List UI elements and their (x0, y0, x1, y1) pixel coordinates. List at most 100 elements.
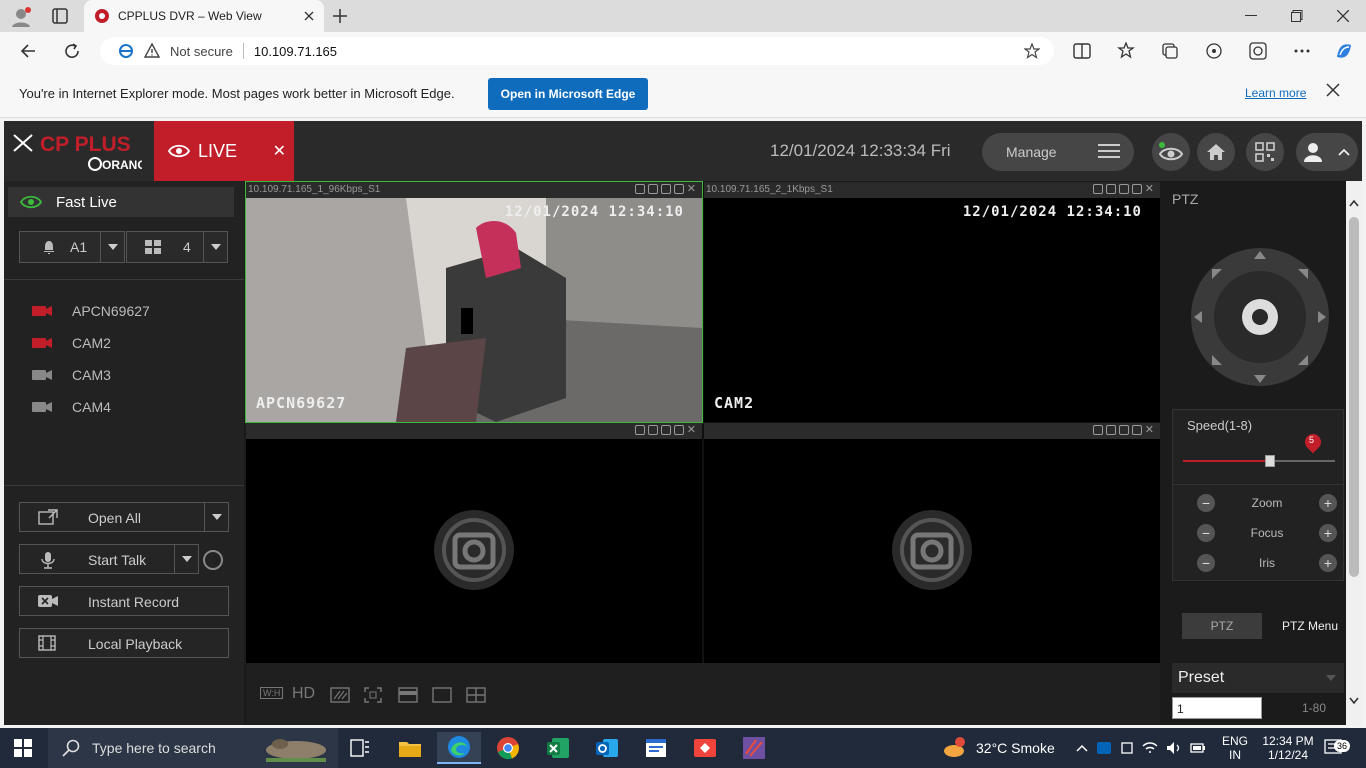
volume-icon[interactable] (1166, 741, 1182, 755)
home-button[interactable] (1197, 133, 1235, 171)
close-pane-icon[interactable]: ✕ (687, 184, 696, 195)
snapshot-icon[interactable] (1105, 425, 1116, 435)
video-pane-4[interactable]: ✕ (704, 423, 1160, 663)
copilot-icon[interactable] (1326, 32, 1362, 70)
profile-icon[interactable] (10, 6, 32, 28)
network-adapter-icon[interactable] (1120, 741, 1134, 755)
audio-icon[interactable] (1118, 425, 1129, 435)
hd-button[interactable]: HD (292, 685, 315, 703)
live-tab[interactable]: LIVE ✕ (154, 121, 294, 181)
speed-slider-thumb[interactable] (1264, 455, 1275, 467)
zoom-icon[interactable] (673, 425, 684, 435)
edge-taskbar-icon[interactable] (437, 732, 481, 764)
warning-icon[interactable] (144, 43, 160, 59)
tab-cpplus[interactable]: CPPLUS DVR – Web View (84, 0, 324, 32)
scroll-down-icon[interactable] (1349, 697, 1359, 705)
scroll-up-icon[interactable] (1349, 199, 1359, 207)
camera-item-cam2[interactable]: CAM2 (32, 331, 111, 355)
vertical-scrollbar[interactable] (1346, 181, 1362, 725)
record-icon[interactable] (634, 425, 645, 435)
zoom-in-button[interactable]: + (1319, 494, 1337, 512)
ptz-joystick[interactable] (1190, 247, 1330, 387)
split-dropdown-icon[interactable] (203, 232, 227, 262)
audio-icon[interactable] (1118, 184, 1129, 194)
address-field[interactable]: Not secure 10.109.71.165 (100, 37, 1054, 65)
start-talk-dropdown-icon[interactable] (174, 545, 198, 573)
tally-icon[interactable] (732, 732, 776, 764)
smooth-icon[interactable] (330, 687, 350, 703)
user-menu-button[interactable] (1296, 133, 1358, 171)
close-pane-icon[interactable]: ✕ (1145, 425, 1154, 436)
fullscreen-icon[interactable] (364, 687, 382, 703)
chrome-icon[interactable] (486, 732, 530, 764)
iris-minus-button[interactable]: − (1197, 554, 1215, 572)
open-in-edge-button[interactable]: Open in Microsoft Edge (488, 78, 648, 110)
restore-button[interactable] (1274, 0, 1320, 32)
focus-plus-button[interactable]: + (1319, 524, 1337, 542)
iris-plus-button[interactable]: + (1319, 554, 1337, 572)
close-tab-icon[interactable] (304, 11, 314, 21)
close-pane-icon[interactable]: ✕ (687, 425, 696, 436)
qr-code-button[interactable] (1246, 133, 1284, 171)
weather-widget[interactable]: 32°C Smoke (942, 728, 1055, 768)
back-button[interactable] (12, 32, 44, 70)
outlook-tray-icon[interactable] (1096, 740, 1112, 756)
video-pane-2[interactable]: 10.109.71.165_2_1Kbps_S1 ✕ 12/01/2024 12… (704, 182, 1160, 422)
favorites-icon[interactable] (1108, 32, 1144, 70)
taskbar-search[interactable]: Type here to search (48, 728, 338, 768)
zoom-icon[interactable] (673, 184, 684, 194)
battery-icon[interactable] (1190, 741, 1206, 755)
zoom-icon[interactable] (1131, 425, 1142, 435)
record-icon[interactable] (634, 184, 645, 194)
preset-input[interactable]: 1 (1172, 697, 1262, 719)
learn-more-link[interactable]: Learn more (1245, 86, 1306, 100)
chevron-up-icon[interactable] (1076, 744, 1088, 752)
split-screen-icon[interactable] (1064, 32, 1100, 70)
live-view-button[interactable] (1152, 133, 1190, 171)
record-icon[interactable] (1092, 425, 1103, 435)
anydesk-icon[interactable] (683, 732, 727, 764)
zoom-out-button[interactable]: − (1197, 494, 1215, 512)
video-pane-3[interactable]: ✕ (246, 423, 702, 663)
ie-reload-icon[interactable] (1240, 32, 1276, 70)
audio-icon[interactable] (660, 184, 671, 194)
start-talk-button[interactable]: Start Talk (19, 544, 199, 574)
close-pane-icon[interactable]: ✕ (1145, 184, 1154, 195)
talk-status-indicator[interactable] (203, 550, 223, 570)
speed-slider[interactable] (1183, 455, 1335, 467)
camera-item-apcn69627[interactable]: APCN69627 (32, 299, 150, 323)
snapshot-icon[interactable] (647, 184, 658, 194)
tab-actions-icon[interactable] (52, 8, 68, 24)
close-live-icon[interactable]: ✕ (273, 141, 286, 161)
refresh-button[interactable] (56, 32, 88, 70)
excel-icon[interactable] (536, 732, 580, 764)
focus-minus-button[interactable]: − (1197, 524, 1215, 542)
video-pane-1[interactable]: 10.109.71.165_1_96Kbps_S1 ✕ 12/01/2024 1… (245, 181, 703, 423)
ie-mode-icon[interactable] (118, 43, 134, 59)
fast-live-item[interactable]: Fast Live (8, 187, 234, 217)
window-layout-icon[interactable] (398, 687, 418, 703)
open-all-button[interactable]: Open All (19, 502, 229, 532)
close-window-button[interactable] (1320, 0, 1366, 32)
ptz-menu-tab[interactable]: PTZ Menu (1282, 619, 1338, 633)
open-all-dropdown-icon[interactable] (204, 503, 228, 531)
camera-item-cam4[interactable]: CAM4 (32, 395, 111, 419)
extensions-icon[interactable] (1196, 32, 1232, 70)
preset-header[interactable]: Preset (1172, 663, 1344, 693)
task-view-icon[interactable] (338, 732, 382, 764)
camera-item-cam3[interactable]: CAM3 (32, 363, 111, 387)
more-menu-icon[interactable] (1284, 32, 1320, 70)
favorite-star-icon[interactable] (1024, 43, 1040, 59)
minimize-button[interactable] (1228, 0, 1274, 32)
zoom-icon[interactable] (1131, 184, 1142, 194)
clock-tray[interactable]: 12:34 PM 1/12/24 (1258, 728, 1318, 768)
ptz-tab-button[interactable]: PTZ (1182, 613, 1262, 639)
split-select[interactable]: 4 (126, 231, 228, 263)
collections-icon[interactable] (1152, 32, 1188, 70)
outlook-icon[interactable] (585, 732, 629, 764)
snapshot-icon[interactable] (1105, 184, 1116, 194)
group-dropdown-icon[interactable] (100, 232, 124, 262)
notification-center[interactable]: 36 (1324, 728, 1351, 768)
single-view-icon[interactable] (432, 687, 452, 703)
app-window-icon[interactable] (634, 732, 678, 764)
